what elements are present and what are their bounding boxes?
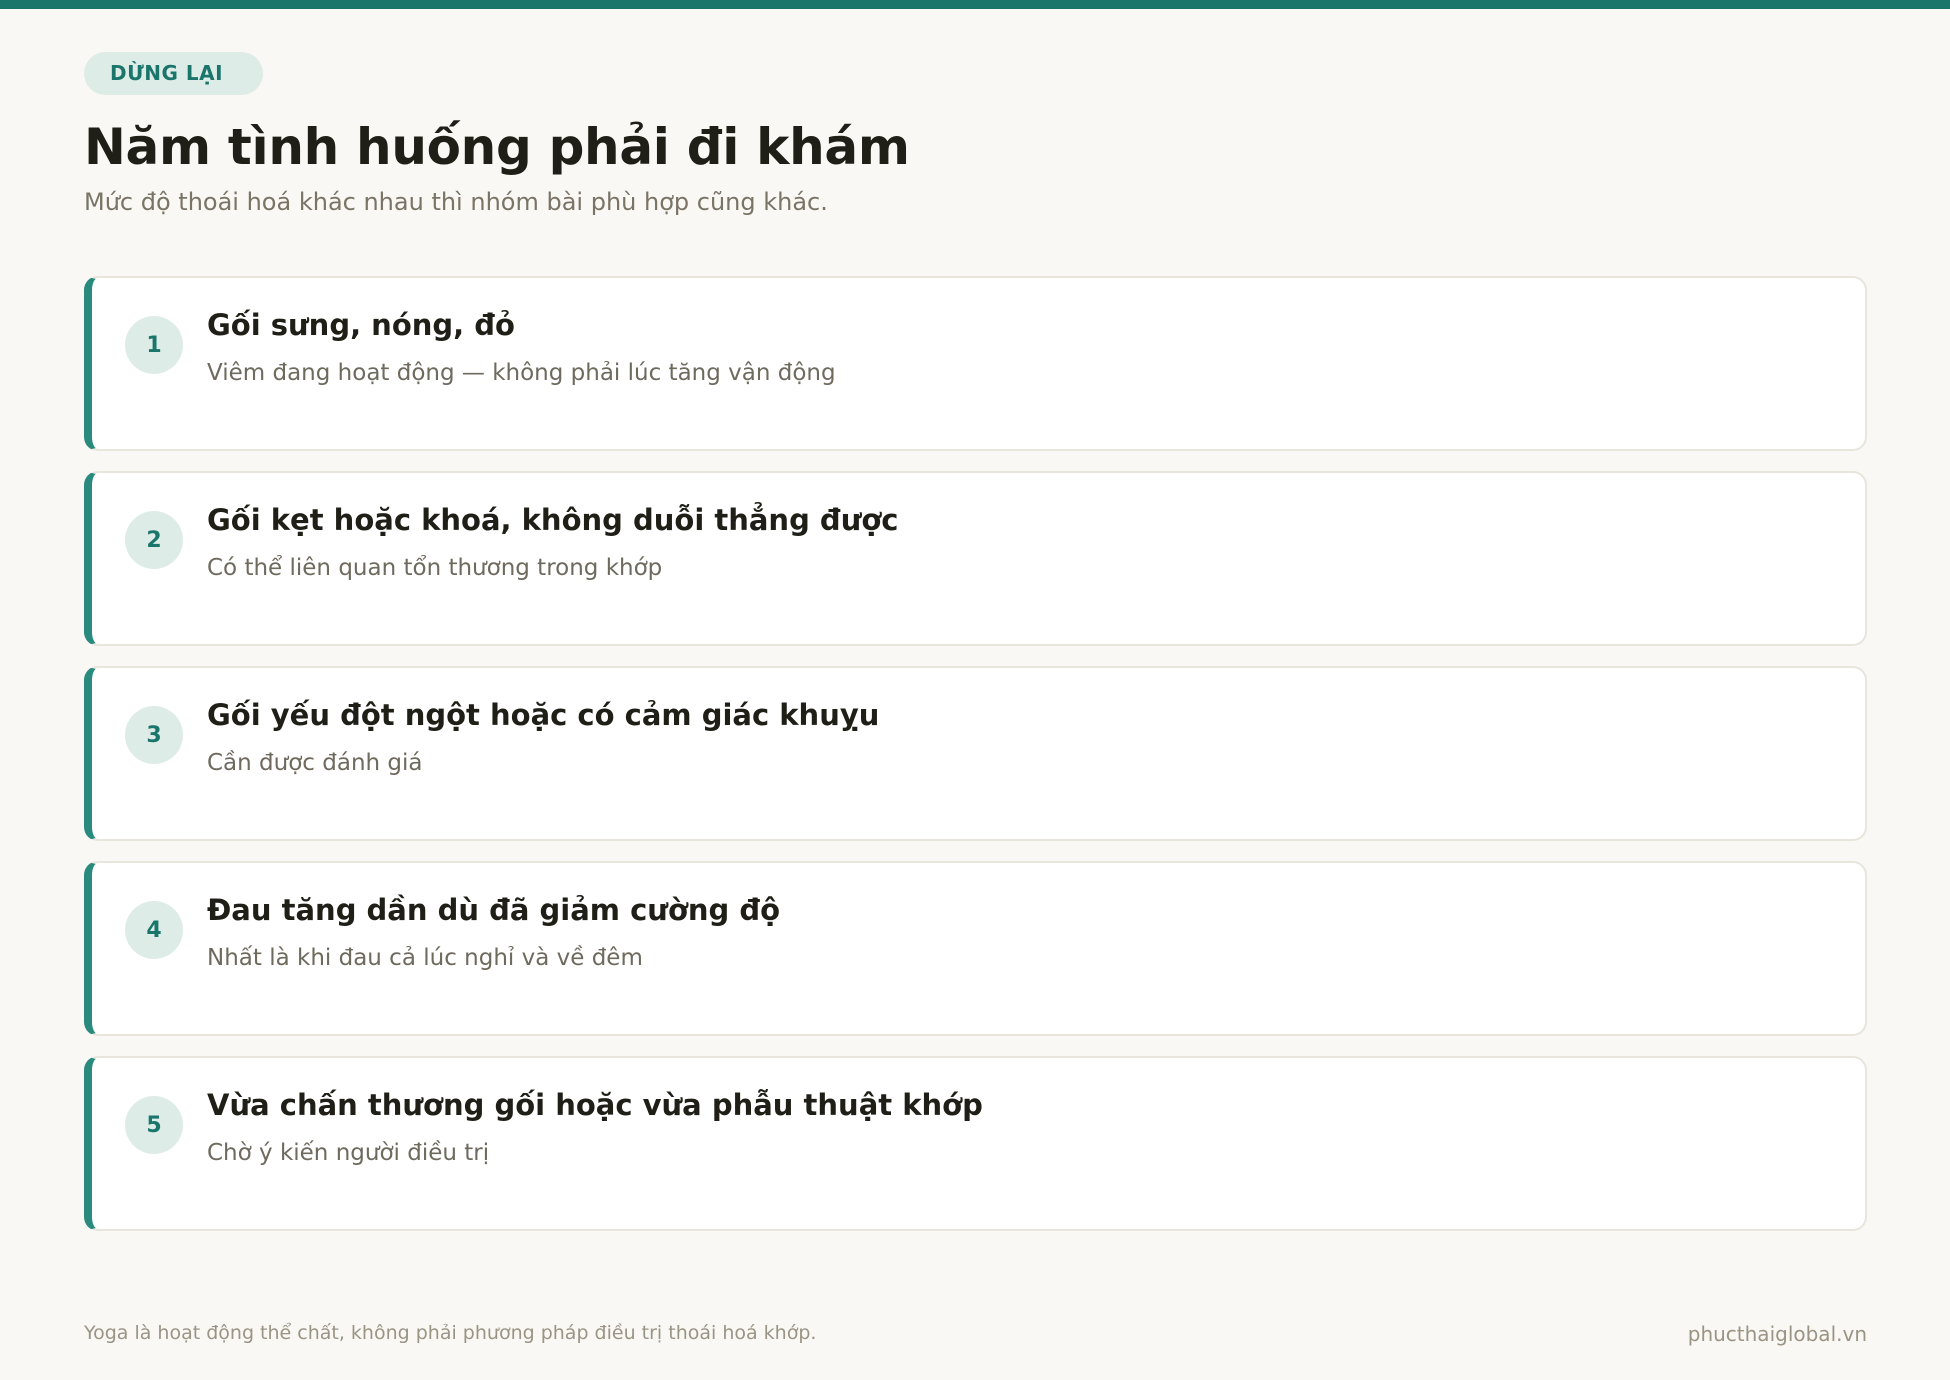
situation-description: Cần được đánh giá <box>207 750 423 777</box>
situation-description: Viêm đang hoạt động — không phải lúc tăn… <box>207 360 836 387</box>
top-accent-bar <box>0 0 1950 9</box>
situation-card-1: 1 Gối sưng, nóng, đỏ Viêm đang hoạt động… <box>84 276 1867 452</box>
page-content: DỪNG LẠI Năm tình huống phải đi khám Mức… <box>84 52 1867 1251</box>
situation-title: Gối yếu đột ngột hoặc có cảm giác khuỵu <box>207 698 880 733</box>
page-subtitle: Mức độ thoái hoá khác nhau thì nhóm bài … <box>84 188 828 216</box>
situation-number: 1 <box>125 316 183 375</box>
situation-card-3: 3 Gối yếu đột ngột hoặc có cảm giác khuỵ… <box>84 666 1867 842</box>
situation-card-5: 5 Vừa chấn thương gối hoặc vừa phẫu thuậ… <box>84 1056 1867 1232</box>
situation-description: Nhất là khi đau cả lúc nghỉ và về đêm <box>207 945 643 972</box>
situation-title: Gối kẹt hoặc khoá, không duỗi thẳng được <box>207 503 899 538</box>
page-title: Năm tình huống phải đi khám <box>84 118 910 176</box>
situation-number: 2 <box>125 511 183 570</box>
footer-site: phucthaiglobal.vn <box>1687 1322 1867 1346</box>
situation-number: 4 <box>125 901 183 960</box>
situation-number: 5 <box>125 1096 183 1155</box>
situation-card-2: 2 Gối kẹt hoặc khoá, không duỗi thẳng đư… <box>84 471 1867 647</box>
situation-list: 1 Gối sưng, nóng, đỏ Viêm đang hoạt động… <box>84 276 1867 1232</box>
situation-number: 3 <box>125 706 183 765</box>
situation-description: Chờ ý kiến người điều trị <box>207 1140 490 1167</box>
situation-title: Gối sưng, nóng, đỏ <box>207 308 515 343</box>
situation-title: Vừa chấn thương gối hoặc vừa phẫu thuật … <box>207 1088 983 1123</box>
situation-card-4: 4 Đau tăng dần dù đã giảm cường độ Nhất … <box>84 861 1867 1037</box>
situation-description: Có thể liên quan tổn thương trong khớp <box>207 555 663 582</box>
stop-tag: DỪNG LẠI <box>84 52 264 95</box>
situation-title: Đau tăng dần dù đã giảm cường độ <box>207 893 781 928</box>
footer-disclaimer: Yoga là hoạt động thể chất, không phải p… <box>84 1322 817 1344</box>
